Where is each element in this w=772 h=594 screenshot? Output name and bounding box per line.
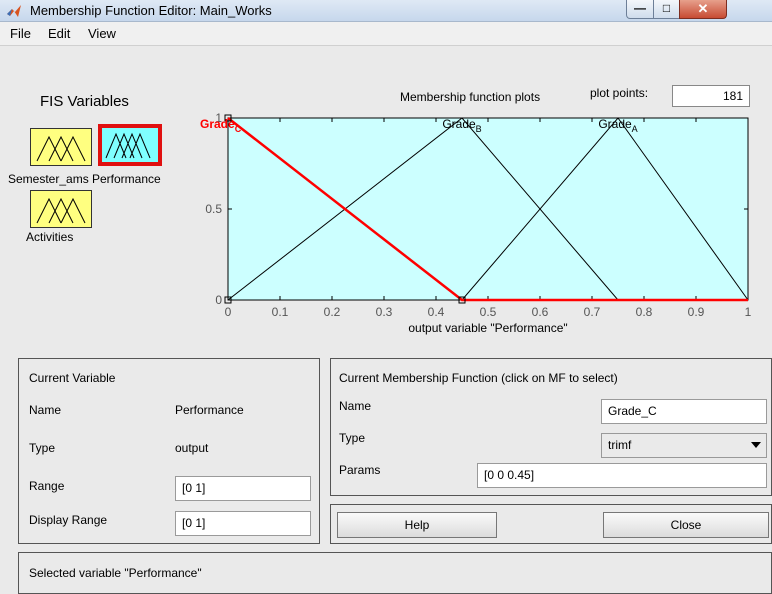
x-tick-label: 0.8 <box>636 305 653 319</box>
fis-variables-title: FIS Variables <box>40 93 129 110</box>
fis-variable-performance[interactable] <box>98 124 162 166</box>
mf-type-label: Type <box>339 431 366 445</box>
menu-file[interactable]: File <box>10 26 31 41</box>
maximize-button[interactable]: □ <box>653 0 680 19</box>
current-mf-title: Current Membership Function (click on MF… <box>339 371 618 385</box>
params-label: Params <box>339 463 381 477</box>
mf-name-label: Name <box>339 399 372 413</box>
button-panel: Help Close <box>330 504 772 544</box>
minimize-icon: — <box>634 1 646 15</box>
variable-type-value: output <box>175 441 209 455</box>
close-button[interactable]: Close <box>603 512 769 538</box>
x-tick-label: 0.1 <box>272 305 289 319</box>
close-icon: ✕ <box>697 1 709 16</box>
x-tick-label: 0.4 <box>428 305 445 319</box>
mf-name-input[interactable]: Grade_C <box>601 399 767 424</box>
menu-edit[interactable]: Edit <box>48 26 70 41</box>
x-tick-label: 0.2 <box>324 305 341 319</box>
variable-name-value: Performance <box>175 403 244 417</box>
help-button[interactable]: Help <box>337 512 497 538</box>
x-tick-label: 0.5 <box>480 305 497 319</box>
x-tick-label: 0 <box>225 305 232 319</box>
plot-points-input[interactable] <box>672 85 750 107</box>
menu-bar: File Edit View <box>0 22 772 46</box>
status-panel: Selected variable "Performance" <box>18 552 772 594</box>
type-label: Type <box>29 441 56 455</box>
range-input[interactable]: [0 1] <box>175 476 311 501</box>
fis-variable-activities[interactable] <box>30 190 92 228</box>
maximize-icon: □ <box>662 1 671 15</box>
params-input[interactable]: [0 0 0.45] <box>477 463 767 488</box>
y-tick-label: 0.5 <box>205 202 222 216</box>
x-tick-label: 1 <box>745 305 752 319</box>
dropdown-arrow-icon <box>751 442 761 448</box>
range-label: Range <box>29 479 65 493</box>
y-tick-label: 0 <box>215 293 222 307</box>
matlab-logo-icon <box>7 5 21 17</box>
fis-variable-label-activities: Activities <box>26 230 74 244</box>
window-title: Membership Function Editor: Main_Works <box>30 3 272 18</box>
current-variable-panel: Current Variable Name Performance Type o… <box>18 358 320 544</box>
mf-plot[interactable]: 0 0.1 0.2 0.3 0.4 0.5 0.6 0.7 0.8 0.9 100.51output… <box>200 112 760 352</box>
fis-variable-label-semester: Semester_ams <box>8 172 89 186</box>
fis-variable-label-performance: Performance <box>92 172 161 186</box>
display-range-input[interactable]: [0 1] <box>175 511 311 536</box>
mf-thumbnail-icon <box>36 135 86 162</box>
x-axis-label: output variable "Performance" <box>408 321 567 335</box>
plot-area <box>227 117 749 301</box>
current-variable-title: Current Variable <box>29 371 116 385</box>
x-tick-label: 0.6 <box>532 305 549 319</box>
display-range-label: Display Range <box>29 513 108 527</box>
title-bar[interactable]: Membership Function Editor: Main_Works —… <box>0 0 772 22</box>
close-window-button[interactable]: ✕ <box>679 0 727 19</box>
plot-points-label: plot points: <box>590 86 649 100</box>
fis-variable-semester[interactable] <box>30 128 92 166</box>
minimize-button[interactable]: — <box>626 0 654 19</box>
menu-view[interactable]: View <box>88 26 116 41</box>
x-tick-label: 0.3 <box>376 305 393 319</box>
x-tick-label: 0.7 <box>584 305 601 319</box>
mf-editor-window: Membership Function Editor: Main_Works —… <box>0 0 772 594</box>
mf-thumbnail-icon <box>36 197 86 224</box>
mf-type-select[interactable]: trimf <box>601 433 767 458</box>
mf-thumbnail-icon <box>105 132 151 159</box>
mf-type-value: trimf <box>608 438 632 452</box>
current-mf-panel: Current Membership Function (click on MF… <box>330 358 772 496</box>
mf-plots-title: Membership function plots <box>400 90 541 104</box>
name-label: Name <box>29 403 62 417</box>
x-tick-label: 0.9 <box>688 305 705 319</box>
status-text: Selected variable "Performance" <box>29 566 202 580</box>
